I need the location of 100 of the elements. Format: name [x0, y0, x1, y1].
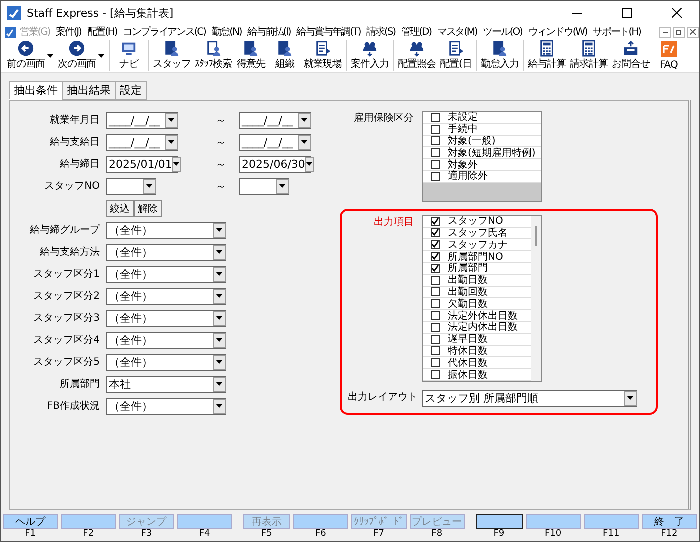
date-combo-field[interactable]: ____/__/__: [239, 112, 311, 128]
list-item[interactable]: 所属部門: [423, 262, 531, 275]
toolbar-button[interactable]: 案件入力: [349, 40, 391, 71]
checkbox[interactable]: [431, 346, 440, 356]
scrollbar[interactable]: [531, 216, 541, 381]
checkbox[interactable]: [431, 370, 440, 380]
toolbar-button[interactable]: 組織: [268, 40, 302, 71]
checkbox[interactable]: [431, 148, 440, 158]
function-key-button[interactable]: ヘルプ: [3, 514, 58, 529]
date-combo-field[interactable]: 2025/01/01: [106, 156, 178, 172]
toolbar-button[interactable]: 配置照会: [396, 40, 438, 71]
checkbox[interactable]: [431, 136, 440, 146]
select-field[interactable]: （全件）: [106, 266, 226, 282]
list-item[interactable]: 振休日数: [423, 369, 531, 381]
toolbar-button[interactable]: お問合せ: [610, 40, 652, 71]
minimize-button[interactable]: [659, 26, 671, 38]
menu-item[interactable]: 給与前払(I): [246, 25, 293, 39]
menu-item[interactable]: 請求(S): [364, 25, 398, 39]
date-combo-field[interactable]: [239, 178, 289, 194]
checkbox[interactable]: [431, 124, 440, 134]
select-field[interactable]: （全件）: [106, 244, 226, 260]
tab[interactable]: 抽出結果: [62, 81, 116, 100]
list-item[interactable]: 代休日数: [423, 357, 531, 370]
select-field[interactable]: （全件）: [106, 332, 226, 348]
toolbar-button[interactable]: ｽﾀｯﾌ検索: [193, 40, 234, 71]
toolbar-button[interactable]: 次の画面: [56, 40, 107, 71]
menu-item[interactable]: 管理(D): [399, 25, 434, 39]
list-item[interactable]: 法定内休出日数: [423, 322, 531, 334]
checkbox[interactable]: [431, 172, 440, 181]
menu-item[interactable]: サポート(H): [591, 25, 643, 39]
checkbox[interactable]: [431, 358, 440, 368]
select-field[interactable]: スタッフ別 所属部門順: [422, 390, 637, 407]
select-field[interactable]: 本社: [106, 376, 226, 392]
list-item[interactable]: スタッフNO: [423, 216, 531, 228]
list-item[interactable]: 欠勤日数: [423, 298, 531, 310]
list-item[interactable]: スタッフカナ: [423, 239, 531, 252]
menu-item[interactable]: 配置(H): [85, 25, 120, 39]
menu-item[interactable]: 勤怠(N): [210, 25, 244, 39]
checkbox[interactable]: [431, 240, 440, 250]
checkbox[interactable]: [431, 299, 440, 308]
function-key-button[interactable]: 終 了: [642, 514, 697, 529]
field-label: スタッフ区分5: [32, 356, 101, 369]
checkbox[interactable]: [431, 264, 440, 273]
checkbox[interactable]: [431, 311, 440, 320]
close-button[interactable]: [687, 26, 699, 38]
toolbar-button[interactable]: ナビ: [112, 40, 146, 71]
menu-item[interactable]: 案件(J): [54, 25, 84, 39]
date-combo-field[interactable]: ____/__/__: [239, 134, 311, 150]
list-item[interactable]: 法定外休出日数: [423, 310, 531, 322]
toolbar-button[interactable]: 勤怠入力: [478, 40, 521, 71]
date-combo-field[interactable]: [106, 178, 156, 194]
toolbar-button[interactable]: 得意先: [234, 40, 268, 71]
checkbox[interactable]: [431, 216, 440, 226]
list-item[interactable]: 未設定: [423, 112, 541, 124]
menu-item[interactable]: マスタ(M): [435, 25, 480, 39]
function-key-button[interactable]: [476, 514, 523, 529]
field-label: 出力項目: [373, 216, 415, 229]
date-combo-field[interactable]: ____/__/__: [106, 112, 178, 128]
toolbar-button[interactable]: FAQ: [652, 40, 686, 71]
checkbox[interactable]: [431, 252, 440, 262]
list-item[interactable]: 手続中: [423, 124, 541, 136]
menu-item[interactable]: 給与賞与年調(T): [294, 25, 363, 39]
list-item[interactable]: 所属部門NO: [423, 251, 531, 263]
checkbox[interactable]: [431, 160, 440, 170]
menu-item[interactable]: ウィンドウ(W): [526, 25, 590, 39]
restore-button[interactable]: [673, 26, 685, 38]
tab[interactable]: 抽出条件: [9, 81, 63, 100]
list-item[interactable]: 対象(一般): [423, 136, 541, 148]
select-field[interactable]: （全件）: [106, 310, 226, 326]
checkbox[interactable]: [431, 322, 440, 332]
tab[interactable]: 設定: [115, 81, 147, 100]
toolbar-button[interactable]: 給与計算: [526, 40, 568, 71]
toolbar-button[interactable]: 請求計算: [568, 40, 610, 71]
filter-button[interactable]: 解除: [134, 200, 162, 216]
date-combo-field[interactable]: ____/__/__: [106, 134, 178, 150]
toolbar-button[interactable]: スタッフ: [151, 40, 193, 71]
toolbar-button[interactable]: 前の画面: [5, 40, 56, 71]
select-field[interactable]: （全件）: [106, 354, 226, 370]
list-item[interactable]: 対象(短期雇用特例): [423, 147, 541, 160]
select-field[interactable]: （全件）: [106, 222, 226, 238]
toolbar-button[interactable]: 就業現場: [302, 40, 344, 71]
checkbox[interactable]: [431, 112, 440, 122]
toolbar-button[interactable]: 配置(日: [438, 40, 474, 71]
select-field[interactable]: （全件）: [106, 288, 226, 304]
menu-item[interactable]: コンプライアンス(C): [121, 25, 208, 39]
checkbox[interactable]: [431, 287, 440, 296]
list-item[interactable]: 遅早日数: [423, 334, 531, 346]
list-item[interactable]: 対象外: [423, 159, 541, 171]
list-item[interactable]: 出勤日数: [423, 274, 531, 287]
date-combo-field[interactable]: 2025/06/30: [239, 156, 311, 172]
checkbox[interactable]: [431, 228, 440, 238]
person-document-icon: [163, 40, 181, 57]
checkbox[interactable]: [431, 276, 440, 285]
list-item[interactable]: 出勤回数: [423, 286, 531, 298]
list-item[interactable]: 特休日数: [423, 346, 531, 358]
filter-button[interactable]: 絞込: [106, 200, 134, 216]
select-field[interactable]: （全件）: [106, 398, 226, 414]
list-item[interactable]: スタッフ氏名: [423, 228, 531, 240]
checkbox[interactable]: [431, 334, 440, 344]
menu-item[interactable]: ツール(O): [481, 25, 524, 39]
